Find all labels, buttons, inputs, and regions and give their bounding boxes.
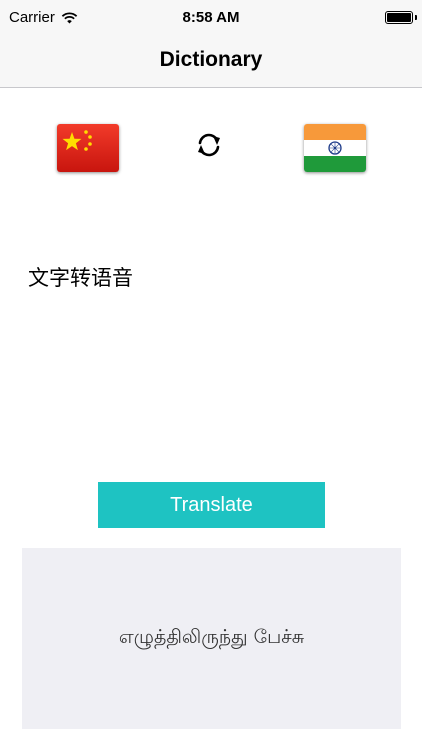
china-flag-graphic xyxy=(57,124,119,172)
source-text-input[interactable]: 文字转语音 xyxy=(28,262,133,292)
translation-result-panel: எழுத்திலிருந்து பேச்சு xyxy=(22,548,401,729)
swap-arrows-icon[interactable] xyxy=(192,128,226,162)
battery-tip xyxy=(415,15,417,20)
battery-level xyxy=(387,13,411,22)
translate-button[interactable]: Translate xyxy=(98,482,325,528)
page-title: Dictionary xyxy=(159,48,263,71)
india-flag-graphic xyxy=(304,124,366,172)
status-time: 8:58 AM xyxy=(182,9,240,26)
china-flag-icon[interactable] xyxy=(57,124,119,172)
translation-result-text: எழுத்திலிருந்து பேச்சு xyxy=(118,626,305,648)
india-flag-icon[interactable] xyxy=(304,124,366,172)
status-bar: Carrier 8:58 AM xyxy=(0,0,422,36)
navigation-bar: Dictionary xyxy=(0,36,422,88)
battery-icon xyxy=(385,11,413,24)
